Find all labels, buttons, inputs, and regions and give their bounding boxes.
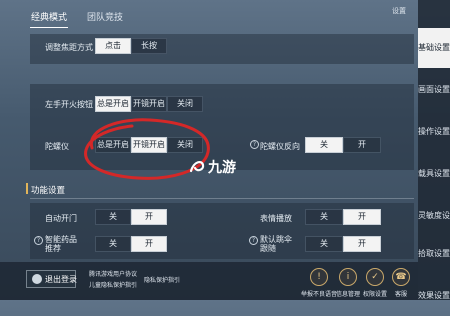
emote-option-on[interactable]: 开 [343, 209, 381, 225]
sidebar-item-vehicle[interactable]: 载具设置 [418, 154, 450, 194]
left-fire-option-always[interactable]: 总是开启 [95, 96, 131, 112]
watermark-text: 九游 [208, 160, 236, 176]
left-fire-label: 左手开火按钮 [45, 100, 93, 109]
section-accent-bar [26, 183, 28, 194]
logout-label: 退出登录 [45, 275, 77, 284]
function-settings-heading: 功能设置 [31, 186, 66, 196]
emote-option-off[interactable]: 关 [305, 209, 343, 225]
auto-door-option-on[interactable]: 开 [131, 209, 167, 225]
sidebar-item-sensitivity[interactable]: 灵敏度设置 [418, 196, 450, 236]
sidebar-item-controls[interactable]: 操作设置 [418, 112, 450, 152]
gyro-reverse-option-on[interactable]: 开 [343, 137, 381, 153]
gyro-label: 陀螺仪 [45, 142, 69, 151]
emote-label: 表情播放 [260, 214, 292, 223]
info-icon[interactable]: i [339, 268, 357, 286]
tab-classic-mode[interactable]: 经典模式 [30, 8, 68, 28]
follow-parachute-option-off[interactable]: 关 [305, 236, 343, 252]
smart-med-option-off[interactable]: 关 [95, 236, 131, 252]
link-child-privacy[interactable]: 儿童隐私保护指引 [89, 280, 137, 289]
tab-active-underline [30, 27, 68, 28]
sidebar-item-pickup[interactable]: 拾取设置 [418, 234, 450, 274]
gyro-reverse-help-icon[interactable]: ? [250, 140, 259, 149]
smart-med-label-line1: 智能药品 [45, 235, 77, 244]
follow-parachute-label: 默认跳伞 跟随 [260, 235, 292, 253]
gyro-reverse-option-off[interactable]: 关 [305, 137, 343, 153]
gyro-reverse-label: 陀螺仪反向 [260, 142, 300, 151]
focus-option-hold[interactable]: 长按 [131, 38, 167, 54]
follow-parachute-option-on[interactable]: 开 [343, 236, 381, 252]
link-user-agreement[interactable]: 腾讯游戏用户协议 [89, 269, 137, 278]
service-label: 客服 [394, 291, 407, 298]
sidebar-item-graphics[interactable]: 画面设置 [418, 70, 450, 110]
link-privacy[interactable]: 隐私保护指引 [144, 275, 180, 284]
focus-option-tap[interactable]: 点击 [95, 38, 131, 54]
permission-label: 权限设置 [362, 291, 387, 298]
permission-icon[interactable]: ✓ [366, 268, 384, 286]
follow-parachute-label-line1: 默认跳伞 [260, 235, 292, 244]
left-fire-option-scope[interactable]: 开镜开启 [131, 96, 167, 112]
follow-parachute-help-icon[interactable]: ? [249, 236, 258, 245]
left-fire-option-off[interactable]: 关闭 [167, 96, 203, 112]
sidebar-item-basic[interactable]: 基础设置 [418, 28, 450, 68]
smart-med-label: 智能药品 推荐 [45, 235, 77, 253]
smart-med-option-on[interactable]: 开 [131, 236, 167, 252]
watermark-logo: 九游 [188, 156, 248, 176]
report-icon[interactable]: ! [310, 268, 328, 286]
sidebar-item-effects[interactable]: 效果设置 [418, 276, 450, 316]
auto-door-label: 自动开门 [45, 214, 77, 223]
smart-med-label-line2: 推荐 [45, 244, 61, 253]
service-icon[interactable]: ☎ [392, 268, 410, 286]
user-icon [32, 274, 42, 284]
section-divider [30, 198, 414, 199]
watermark-swirl-icon [189, 160, 205, 173]
auto-door-option-off[interactable]: 关 [95, 209, 131, 225]
top-right-settings-label: 设置 [392, 7, 406, 15]
smart-med-help-icon[interactable]: ? [34, 236, 43, 245]
tab-team-deathmatch[interactable]: 团队竞技 [86, 8, 124, 28]
logout-button[interactable]: 退出登录 [26, 270, 77, 288]
follow-parachute-label-line2: 跟随 [260, 244, 276, 253]
focus-label: 调整焦距方式 [45, 43, 93, 52]
